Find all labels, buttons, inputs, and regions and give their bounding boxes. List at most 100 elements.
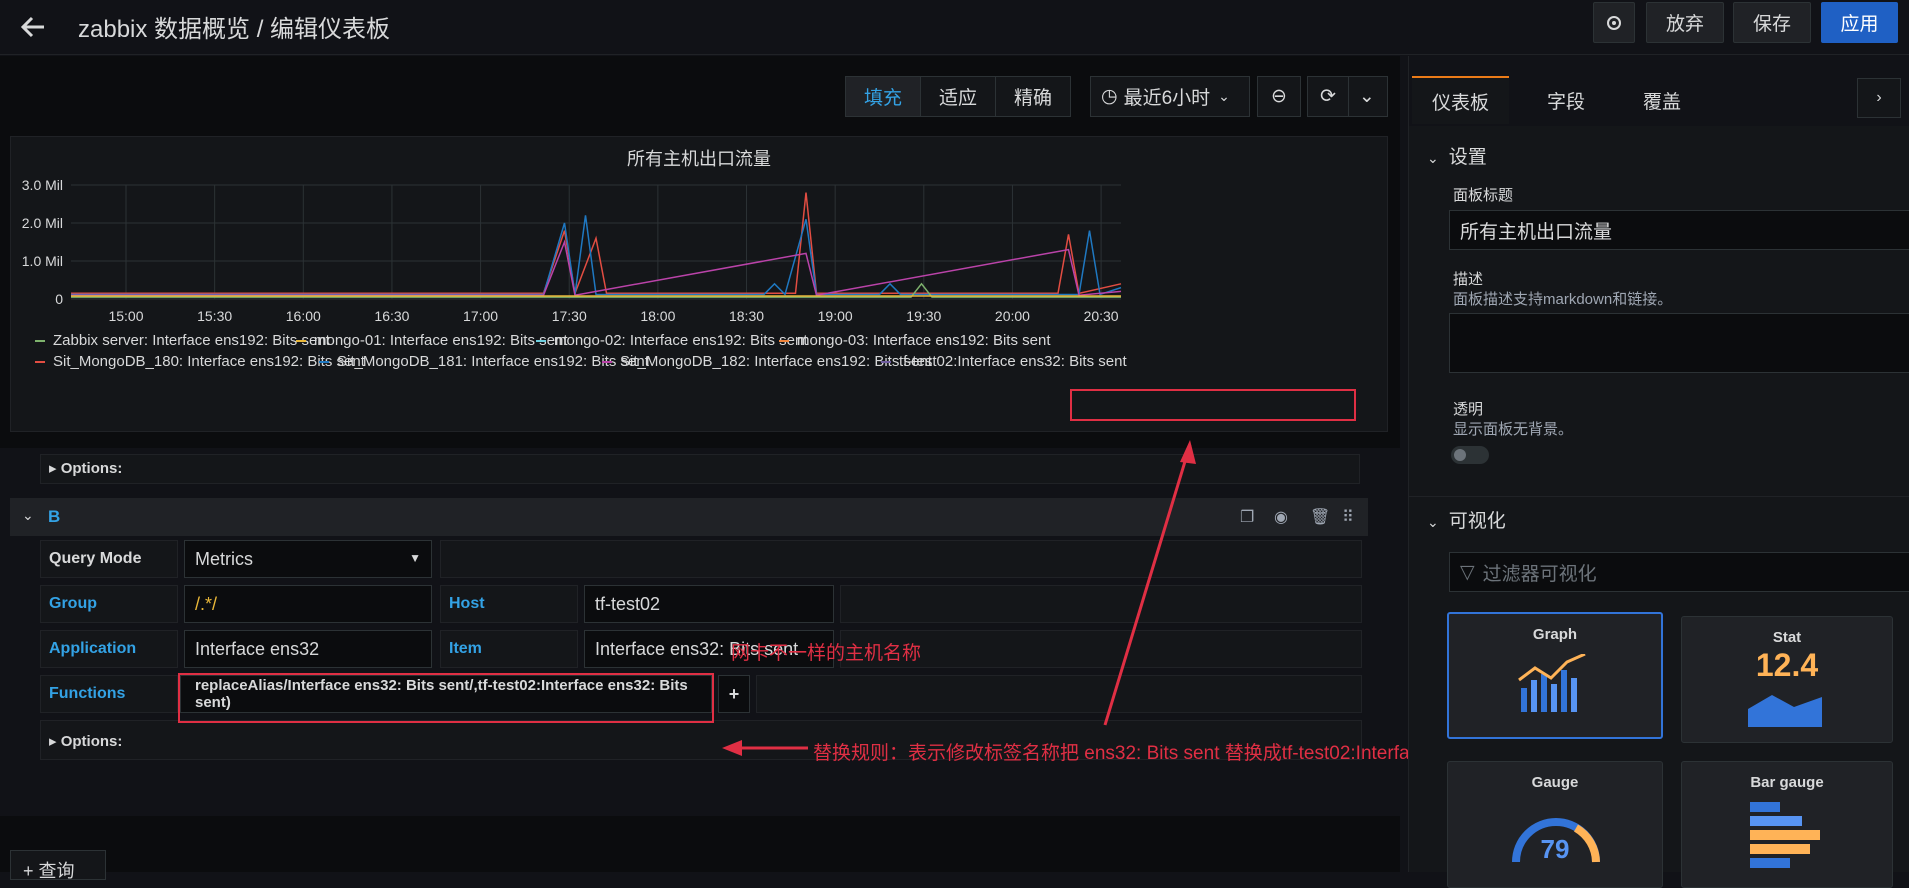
top-bar: zabbix 数据概览 / 编辑仪表板 放弃 保存 应用 [0,0,1909,55]
legend-swatch [35,340,45,343]
application-label: Application [40,630,178,668]
mode-fill-button[interactable]: 填充 [846,77,922,116]
description-textarea[interactable] [1449,313,1909,373]
transparent-toggle[interactable] [1451,446,1489,464]
plus-icon: + [728,683,740,704]
tab-panel[interactable]: 仪表板 [1412,76,1510,124]
gear-icon [1607,15,1621,30]
x-tick-label: 17:30 [552,308,587,324]
mode-fit-button[interactable]: 适应 [921,77,997,116]
viz-card-bar-gauge[interactable]: Bar gauge [1681,761,1893,888]
stat-viz-icon [1748,695,1822,727]
legend-swatch [319,361,329,364]
legend-swatch [779,340,789,343]
host-label: Host [440,585,578,623]
time-picker[interactable]: ◷ 最近6小时 ⌄ [1090,76,1250,117]
legend-swatch [881,361,891,364]
drag-handle-icon[interactable]: ⠿ [1342,507,1354,527]
tab-overrides[interactable]: 覆盖 [1623,76,1701,124]
trash-icon[interactable]: 🗑︎ [1310,507,1330,527]
legend-item[interactable]: mongo-03: Interface ens192: Bits sent [779,332,1050,349]
chevron-down-icon: ⌄ [1427,514,1439,530]
x-tick-label: 18:00 [640,308,675,324]
refresh-group: ⟳ ⌄ [1307,76,1388,117]
transparent-label: 透明 [1453,401,1484,418]
zoom-out-button[interactable]: ⊖ [1257,76,1301,117]
description-label: 描述 [1453,271,1484,288]
panel-title-input[interactable]: 所有主机出口流量 [1449,210,1909,250]
settings-section-header[interactable]: ⌄ 设置 [1427,142,1487,169]
save-button[interactable]: 保存 [1733,2,1811,43]
add-query-button[interactable]: + 查询 [10,850,106,881]
legend-item[interactable]: Sit_MongoDB_181: Interface ens192: Bits … [319,353,649,370]
settings-button[interactable] [1593,2,1635,43]
mode-exact-button[interactable]: 精确 [996,77,1070,116]
host-input[interactable]: tf-test02 [584,585,834,623]
group-input[interactable]: /.*/ [184,585,432,623]
visualization-section-header[interactable]: ⌄ 可视化 [1427,506,1506,533]
filter-icon: ▽ [1460,561,1475,583]
legend-item[interactable]: tf-test02:Interface ens32: Bits sent [881,353,1127,370]
options-toggle[interactable]: ▸ Options: [49,459,122,477]
collapse-sidebar-chevron-icon[interactable]: › [1857,78,1901,118]
x-tick-label: 16:00 [286,308,321,324]
y-tick-label: 3.0 Mil [22,177,63,193]
chevron-down-icon: ⌄ [1218,88,1230,104]
legend-item[interactable]: mongo-02: Interface ens192: Bits sent [536,332,807,349]
viz-card-stat[interactable]: Stat 12.4 [1681,616,1893,743]
series-line [71,239,1122,297]
viz-card-graph[interactable]: Graph [1447,612,1663,739]
query-row-header: ⌄ B ❐ ◉ 🗑︎ ⠿ [10,498,1368,536]
legend-swatch [296,340,306,343]
graph-viz-icon [1518,654,1586,712]
eye-icon[interactable]: ◉ [1274,507,1288,527]
series-line [71,215,1122,296]
viz-card-gauge[interactable]: Gauge 79 [1447,761,1663,888]
legend-highlight-box [1070,389,1356,421]
legend-item[interactable]: mongo-01: Interface ens192: Bits sent [296,332,567,349]
clock-icon: ◷ [1101,86,1118,107]
x-tick-label: 15:00 [108,308,143,324]
query-mode-label: Query Mode [40,540,178,578]
add-function-button[interactable]: + [718,675,750,713]
legend-item[interactable]: Sit_MongoDB_180: Interface ens192: Bits … [35,353,365,370]
apply-button[interactable]: 应用 [1821,2,1898,43]
legend-swatch [602,361,612,364]
y-tick-label: 0 [55,291,63,307]
tab-field[interactable]: 字段 [1509,76,1623,124]
back-arrow-icon[interactable] [18,12,48,42]
group-label: Group [40,585,178,623]
functions-label: Functions [40,675,178,713]
x-tick-label: 18:30 [729,308,764,324]
y-tick-label: 2.0 Mil [22,215,63,231]
y-tick-label: 1.0 Mil [22,253,63,269]
refresh-interval-chevron-icon[interactable]: ⌄ [1349,77,1385,116]
query-ref-label[interactable]: B [48,507,60,527]
graph-panel: 所有主机出口流量 0 1.0 Mil 2.0 Mil 3.0 Mil 15:00 15:3… [10,136,1388,432]
x-tick-label: 15:30 [197,308,232,324]
query-mode-value: Metrics [195,548,253,569]
viz-card-title: Bar gauge [1750,774,1824,791]
discard-button[interactable]: 放弃 [1646,2,1724,43]
viz-card-title: Stat [1772,629,1802,646]
x-tick-label: 19:30 [906,308,941,324]
collapse-chevron-icon[interactable]: ⌄ [22,507,34,524]
item-label: Item [440,630,578,668]
legend-swatch [35,361,45,364]
page-title: zabbix 数据概览 / 编辑仪表板 [78,16,391,43]
legend-label: mongo-02: Interface ens192: Bits sent [554,332,808,349]
series-line [71,192,1122,297]
query-mode-select[interactable]: Metrics ▼ [184,540,432,578]
application-input[interactable]: Interface ens32 [184,630,432,668]
transparent-hint: 显示面板无背景。 [1453,421,1574,438]
sidebar-tabs: 仪表板 字段 覆盖 [1412,76,1701,124]
duplicate-icon[interactable]: ❐ [1240,507,1254,527]
legend-label: Zabbix server: Interface ens192: Bits se… [53,332,330,349]
options-toggle-b[interactable]: ▸ Options: [49,732,122,750]
legend-item[interactable]: Zabbix server: Interface ens192: Bits se… [35,332,330,349]
visualization-filter-input[interactable]: ▽ 过滤器可视化 [1449,552,1909,592]
x-tick-label: 16:30 [374,308,409,324]
chevron-down-icon: ⌄ [1427,150,1439,166]
refresh-icon[interactable]: ⟳ [1308,77,1349,116]
description-hint: 面板描述支持markdown和链接。 [1453,291,1673,308]
